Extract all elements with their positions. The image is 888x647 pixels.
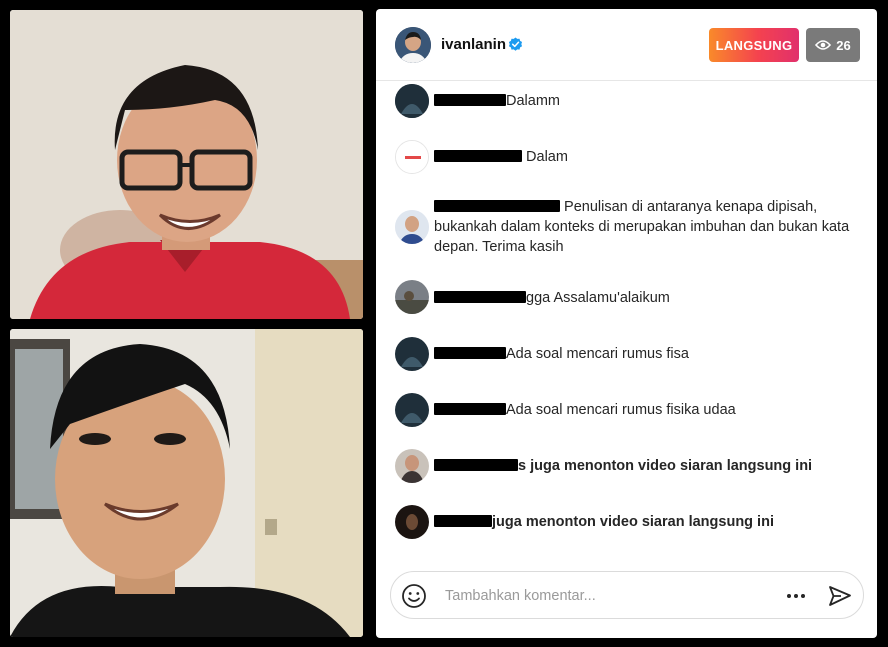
commenter-avatar[interactable] bbox=[395, 210, 429, 244]
redacted-username bbox=[434, 291, 526, 303]
comment-message: juga menonton video siaran langsung ini bbox=[530, 458, 813, 474]
comment-text: Penulisan di antaranya kenapa dipisah, b… bbox=[434, 197, 864, 257]
comment-text: s juga menonton video siaran langsung in… bbox=[434, 456, 864, 476]
redacted-username bbox=[434, 403, 506, 415]
commenter-avatar[interactable] bbox=[395, 337, 429, 371]
avatar-image bbox=[395, 210, 429, 244]
eye-icon bbox=[815, 40, 832, 50]
comment-message: Dalam bbox=[526, 149, 568, 165]
host-username[interactable]: ivanlanin bbox=[441, 36, 506, 53]
avatar-image bbox=[395, 337, 429, 371]
avatar-image bbox=[395, 393, 429, 427]
redacted-username bbox=[434, 150, 522, 162]
avatar-image bbox=[395, 84, 429, 118]
live-header: ivanlanin LANGSUNG 26 bbox=[376, 9, 877, 81]
live-label: LANGSUNG bbox=[715, 37, 793, 53]
comment-text: Dalamm bbox=[434, 91, 864, 111]
visible-username-fragment: gga bbox=[526, 290, 551, 306]
commenter-avatar[interactable] bbox=[395, 505, 429, 539]
comment-message: Ada soal mencari rumus fisika udaa bbox=[506, 402, 736, 418]
redacted-username bbox=[434, 94, 506, 106]
comment-text: juga menonton video siaran langsung ini bbox=[434, 512, 864, 532]
comment-text: Ada soal mencari rumus fisa bbox=[434, 344, 864, 364]
redacted-username bbox=[434, 200, 560, 212]
commenter-avatar[interactable] bbox=[395, 84, 429, 118]
guest-video-frame bbox=[10, 329, 363, 637]
comment-list[interactable]: Dalamm Dalam Penulisan di antaranya kena… bbox=[376, 82, 877, 562]
video-guest bbox=[10, 329, 363, 637]
viewer-count: 26 bbox=[836, 37, 851, 53]
host-video-frame bbox=[10, 10, 363, 319]
commenter-avatar[interactable] bbox=[395, 280, 429, 314]
redacted-username bbox=[434, 347, 506, 359]
visible-username-fragment: s bbox=[518, 458, 527, 474]
live-badge: LANGSUNG bbox=[709, 28, 799, 62]
comment-composer bbox=[390, 571, 864, 619]
avatar-image bbox=[395, 280, 429, 314]
send-icon[interactable] bbox=[827, 583, 853, 609]
smile-icon[interactable] bbox=[401, 583, 427, 609]
viewer-count-badge[interactable]: 26 bbox=[806, 28, 860, 62]
verified-badge-icon bbox=[508, 37, 523, 51]
live-chat-panel: ivanlanin LANGSUNG 26 Dalamm Dalam Penul… bbox=[376, 9, 877, 638]
comment-text: Ada soal mencari rumus fisika udaa bbox=[434, 400, 864, 420]
comment-text: Dalam bbox=[434, 147, 864, 167]
comment-input[interactable] bbox=[445, 586, 775, 606]
comment-text: gga Assalamu'alaikum bbox=[434, 288, 864, 308]
comment-message: juga menonton video siaran langsung ini bbox=[492, 514, 774, 530]
avatar-image bbox=[396, 141, 428, 173]
video-host bbox=[10, 10, 363, 319]
redacted-username bbox=[434, 515, 492, 527]
avatar-image bbox=[395, 505, 429, 539]
commenter-avatar[interactable] bbox=[395, 140, 429, 174]
comment-message: Dalamm bbox=[506, 93, 560, 109]
avatar-image bbox=[395, 449, 429, 483]
comment-message: Assalamu'alaikum bbox=[553, 290, 670, 306]
host-avatar[interactable] bbox=[395, 27, 431, 63]
commenter-avatar[interactable] bbox=[395, 393, 429, 427]
redacted-username bbox=[434, 459, 518, 471]
host-avatar-image bbox=[395, 27, 431, 63]
commenter-avatar[interactable] bbox=[395, 449, 429, 483]
more-dots-icon[interactable] bbox=[783, 586, 809, 606]
comment-message: Ada soal mencari rumus fisa bbox=[506, 346, 689, 362]
